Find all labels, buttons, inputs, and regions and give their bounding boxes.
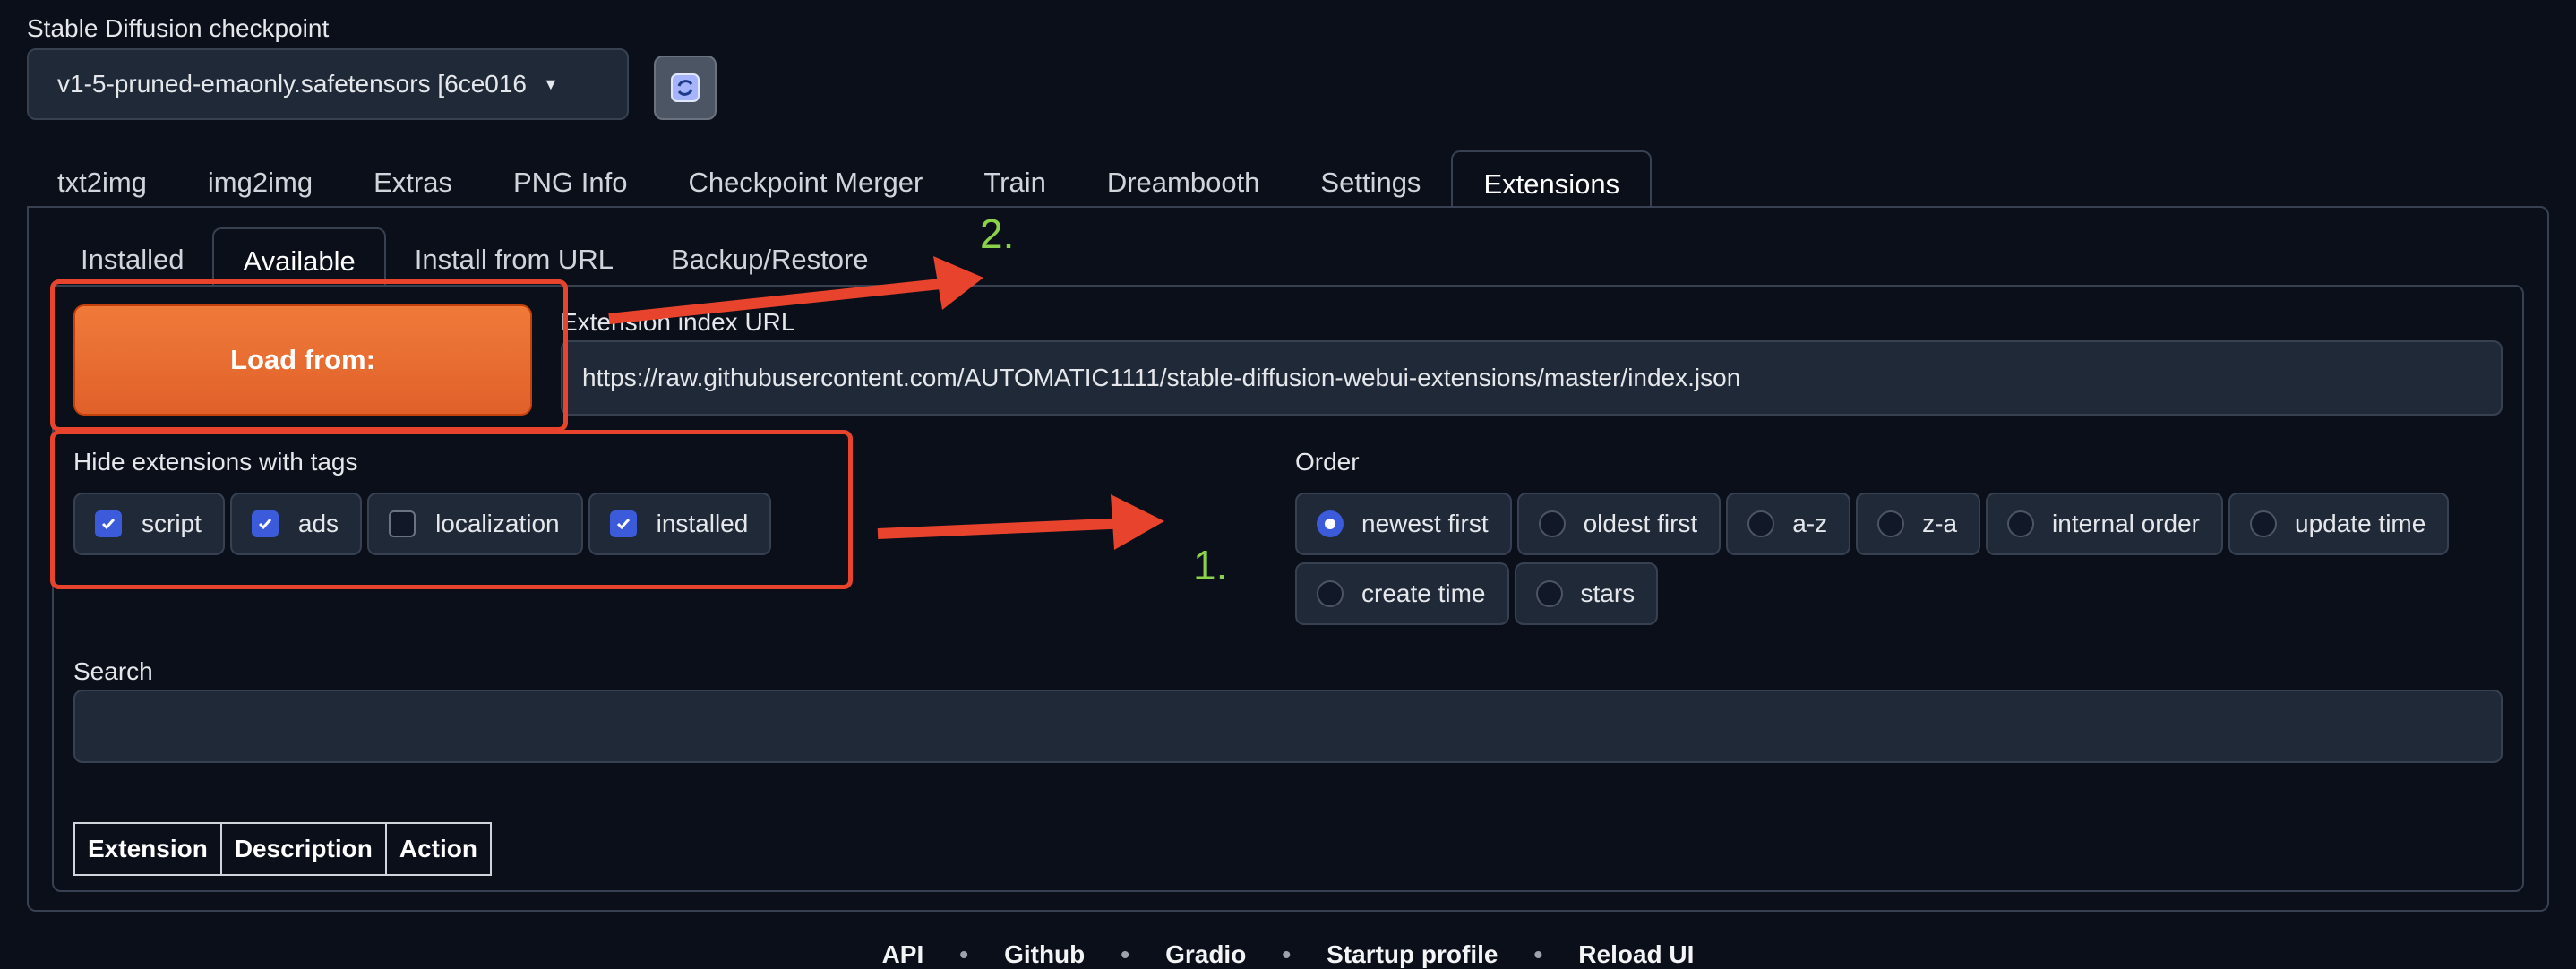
annotation-step-1: 1. xyxy=(1193,542,1228,588)
annotation-step-2: 2. xyxy=(980,210,1015,257)
arrow-to-step-1-icon xyxy=(877,494,1164,550)
arrow-to-step-2-icon xyxy=(608,256,983,324)
annotation-arrows xyxy=(608,256,1164,550)
